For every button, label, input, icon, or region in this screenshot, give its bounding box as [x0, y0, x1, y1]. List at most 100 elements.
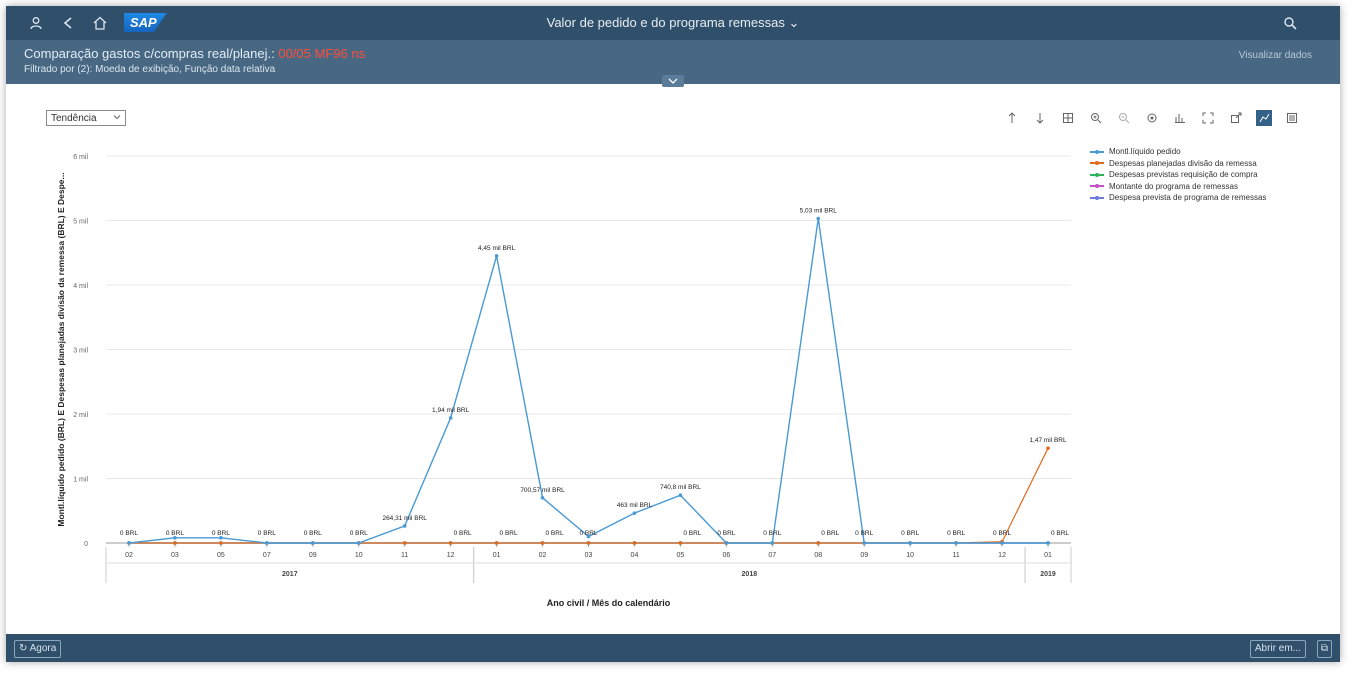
data-label: 0 BRL: [454, 530, 472, 537]
kpi-title: Comparação gastos c/compras real/planej.…: [24, 46, 365, 61]
search-icon[interactable]: [1282, 15, 1298, 31]
chart-legend: Montl.líquido pedido Despesas planejadas …: [1090, 146, 1266, 204]
chevron-down-icon: ⌄: [788, 15, 800, 30]
data-point: [678, 541, 683, 545]
data-point: [1000, 541, 1004, 545]
legend-item[interactable]: Despesas planejadas divisão da remessa: [1090, 158, 1266, 170]
data-label: 0 BRL: [855, 530, 873, 537]
collapse-header-button[interactable]: [662, 75, 684, 87]
data-point: [816, 541, 821, 545]
data-label: 700,57 mil BRL: [520, 487, 565, 494]
data-point: [448, 541, 453, 545]
chart-type-icon[interactable]: [1172, 110, 1188, 126]
legend-item[interactable]: Montante do programa de remessas: [1090, 181, 1266, 193]
x-tick-label: 03: [171, 552, 179, 559]
data-label: 0 BRL: [304, 530, 322, 537]
legend-item[interactable]: Despesas previstas requisição de compra: [1090, 169, 1266, 181]
list-view-icon[interactable]: [1284, 110, 1300, 126]
data-label: 740,8 mil BRL: [660, 484, 701, 491]
legend-item[interactable]: Despesa prevista de programa de remessas: [1090, 192, 1266, 204]
legend-swatch: [1090, 172, 1104, 177]
data-point: [770, 541, 775, 545]
x-tick-label: 05: [217, 552, 225, 559]
x-tick-label: 02: [539, 552, 547, 559]
kpi-value: 00/05 MF96 ns: [278, 46, 366, 61]
view-data-link[interactable]: Visualizar dados: [1239, 50, 1312, 61]
year-label: 2018: [742, 571, 758, 578]
x-tick-label: 02: [125, 552, 133, 559]
zoom-in-icon[interactable]: [1088, 110, 1104, 126]
series-line: [128, 447, 1049, 544]
refresh-now-button[interactable]: ↻ Agora: [14, 640, 62, 658]
data-label: 0 BRL: [901, 530, 919, 537]
shell-bar: SAP Valor de pedido e do programa remess…: [6, 6, 1340, 40]
series-line: [128, 218, 1049, 544]
data-point: [632, 541, 637, 545]
data-point: [356, 541, 361, 545]
legend-label: Despesas previstas requisição de compra: [1109, 170, 1258, 180]
zoom-out-icon[interactable]: [1116, 110, 1132, 126]
data-label: 0 BRL: [166, 530, 184, 537]
data-label: 0 BRL: [1051, 530, 1069, 537]
year-label: 2019: [1040, 571, 1056, 578]
data-point: [724, 541, 729, 545]
y-tick-label: 3 mil: [73, 348, 88, 355]
legend-label: Despesa prevista de programa de remessas: [1109, 193, 1267, 203]
data-point: [1046, 541, 1050, 545]
x-tick-label: 05: [677, 552, 685, 559]
settings-icon[interactable]: [1144, 110, 1160, 126]
app-title-text: Valor de pedido e do programa remessas: [546, 15, 785, 30]
y-tick-label: 5 mil: [73, 219, 88, 226]
data-point: [678, 493, 683, 498]
x-tick-label: 10: [906, 552, 914, 559]
data-label: 463 mil BRL: [617, 502, 653, 509]
data-point: [310, 541, 315, 545]
data-point: [448, 416, 453, 420]
data-point: [127, 541, 131, 545]
legend-label: Montante do programa de remessas: [1109, 181, 1238, 191]
data-label: 0 BRL: [993, 530, 1011, 537]
legend-swatch: [1090, 149, 1104, 154]
data-point: [862, 541, 867, 545]
data-label: 0 BRL: [500, 530, 518, 537]
share-icon[interactable]: [1228, 110, 1244, 126]
sort-ascending-icon[interactable]: [1004, 110, 1020, 126]
data-point: [540, 496, 545, 500]
data-point: [219, 541, 223, 545]
view-select-value: Tendência: [51, 112, 97, 124]
data-label: 264,31 mil BRL: [382, 515, 427, 522]
y-tick-label: 2 mil: [73, 412, 88, 419]
data-label: 0 BRL: [821, 530, 839, 537]
fullscreen-icon[interactable]: [1200, 110, 1216, 126]
open-in-button[interactable]: Abrir em...: [1249, 640, 1306, 658]
chart-toolbar: [1004, 110, 1300, 126]
legend-label: Montl.líquido pedido: [1109, 147, 1181, 157]
data-label: 0 BRL: [947, 530, 965, 537]
y-tick-label: 0: [84, 541, 88, 548]
x-tick-label: 11: [401, 552, 408, 559]
footer-bar: ↻ Agora Abrir em... ⧉: [6, 634, 1340, 662]
data-point: [494, 541, 499, 545]
data-label: 4,45 mil BRL: [478, 245, 516, 252]
x-axis-title: Ano civil / Mês do calendário: [547, 598, 671, 608]
external-link-icon[interactable]: ⧉: [1316, 640, 1332, 658]
x-tick-label: 07: [768, 552, 776, 559]
sort-descending-icon[interactable]: [1032, 110, 1048, 126]
legend-swatch: [1090, 161, 1104, 166]
chevron-down-icon: [113, 113, 121, 124]
data-label: 1,47 mil BRL: [1029, 437, 1067, 444]
app-title[interactable]: Valor de pedido e do programa remessas ⌄: [6, 15, 1340, 31]
kpi-label: Comparação gastos c/compras real/planej.…: [24, 46, 275, 61]
legend-item[interactable]: Montl.líquido pedido: [1090, 146, 1266, 158]
data-point: [402, 541, 407, 545]
data-point: [265, 541, 269, 545]
x-tick-label: 11: [952, 552, 959, 559]
view-select[interactable]: Tendência: [46, 110, 126, 126]
table-icon[interactable]: [1060, 110, 1076, 126]
chart-view-icon[interactable]: [1256, 110, 1272, 126]
y-tick-label: 6 mil: [73, 154, 88, 161]
y-axis-title: Montl.líquido pedido (BRL) E Despesas pl…: [56, 172, 66, 526]
data-label: 0 BRL: [258, 530, 276, 537]
y-tick-label: 4 mil: [73, 283, 88, 290]
filter-summary[interactable]: Filtrado por (2): Moeda de exibição, Fun…: [24, 64, 275, 75]
